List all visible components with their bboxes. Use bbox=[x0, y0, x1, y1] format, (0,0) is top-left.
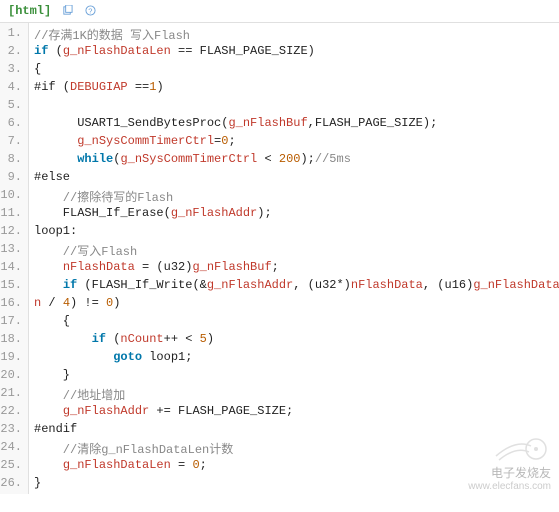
line-number: 15. bbox=[0, 278, 28, 296]
code-line: //地址增加 bbox=[34, 386, 559, 404]
help-icon[interactable]: ? bbox=[85, 5, 96, 16]
code-line: //写入Flash bbox=[34, 242, 559, 260]
code-line bbox=[34, 98, 559, 116]
code-line: n / 4) != 0) bbox=[34, 296, 559, 314]
line-number: 10. bbox=[0, 188, 28, 206]
code-line: FLASH_If_Erase(g_nFlashAddr); bbox=[34, 206, 559, 224]
line-number: 2. bbox=[0, 44, 28, 62]
code-line: { bbox=[34, 314, 559, 332]
svg-text:?: ? bbox=[88, 9, 92, 17]
code-line: //存满1K的数据 写入Flash bbox=[34, 26, 559, 44]
line-number: 20. bbox=[0, 368, 28, 386]
code-line: { bbox=[34, 62, 559, 80]
line-number: 16. bbox=[0, 296, 28, 314]
code-line: //擦除待写的Flash bbox=[34, 188, 559, 206]
line-number: 19. bbox=[0, 350, 28, 368]
code-line bbox=[34, 494, 559, 512]
line-number: 5. bbox=[0, 98, 28, 116]
line-number: 8. bbox=[0, 152, 28, 170]
logo-icon bbox=[491, 434, 551, 464]
line-number: 7. bbox=[0, 134, 28, 152]
copy-icon[interactable] bbox=[62, 5, 73, 16]
code-line: USART1_SendBytesProc(g_nFlashBuf,FLASH_P… bbox=[34, 116, 559, 134]
code-line: nFlashData = (u32)g_nFlashBuf; bbox=[34, 260, 559, 278]
code-line: if (FLASH_If_Write(&g_nFlashAddr, (u32*)… bbox=[34, 278, 559, 296]
watermark: 电子发烧友 www.elecfans.com bbox=[468, 434, 551, 492]
line-number: 14. bbox=[0, 260, 28, 278]
code-area: 1. 2. 3. 4. 5. 6. 7. 8. 9. 10. 11. 12. 1… bbox=[0, 23, 559, 512]
line-number: 26. bbox=[0, 476, 28, 494]
line-number: 11. bbox=[0, 206, 28, 224]
line-number: 23. bbox=[0, 422, 28, 440]
tag-header: [html] ? bbox=[0, 0, 559, 23]
line-number: 3. bbox=[0, 62, 28, 80]
line-number: 6. bbox=[0, 116, 28, 134]
line-number: 1. bbox=[0, 26, 28, 44]
code-line: while(g_nSysCommTimerCtrl < 200);//5ms bbox=[34, 152, 559, 170]
line-gutter: 1. 2. 3. 4. 5. 6. 7. 8. 9. 10. 11. 12. 1… bbox=[0, 23, 29, 494]
line-number: 24. bbox=[0, 440, 28, 458]
line-number: 13. bbox=[0, 242, 28, 260]
line-number: 22. bbox=[0, 404, 28, 422]
line-number: 21. bbox=[0, 386, 28, 404]
code-line: loop1: bbox=[34, 224, 559, 242]
code-line: if (g_nFlashDataLen == FLASH_PAGE_SIZE) bbox=[34, 44, 559, 62]
code-line: g_nFlashAddr += FLASH_PAGE_SIZE; bbox=[34, 404, 559, 422]
line-number: 25. bbox=[0, 458, 28, 476]
line-number: 9. bbox=[0, 170, 28, 188]
code-line: #else bbox=[34, 170, 559, 188]
code-line: if (nCount++ < 5) bbox=[34, 332, 559, 350]
line-number: 17. bbox=[0, 314, 28, 332]
line-number: 18. bbox=[0, 332, 28, 350]
code-line: g_nSysCommTimerCtrl=0; bbox=[34, 134, 559, 152]
code-line: goto loop1; bbox=[34, 350, 559, 368]
line-number: 4. bbox=[0, 80, 28, 98]
code-line: } bbox=[34, 368, 559, 386]
code-line: #if (DEBUGIAP ==1) bbox=[34, 80, 559, 98]
watermark-url: www.elecfans.com bbox=[468, 481, 551, 492]
html-tag[interactable]: [html] bbox=[8, 4, 51, 18]
line-number: 12. bbox=[0, 224, 28, 242]
watermark-text: 电子发烧友 bbox=[468, 464, 551, 481]
